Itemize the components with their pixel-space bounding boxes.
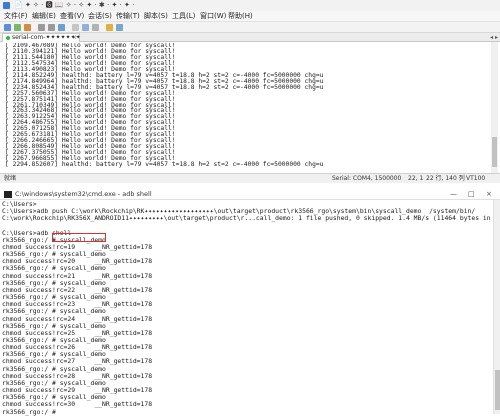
settings-icon[interactable] xyxy=(82,24,89,31)
copy-icon[interactable] xyxy=(38,24,45,31)
serial-output: [ 2109.467089] Hello world! Demo for sys… xyxy=(5,43,485,168)
keymap-icon[interactable] xyxy=(92,24,99,31)
console-log-line: chmod success!rc=30 __NR_gettid=178 xyxy=(2,400,153,409)
connect-icon[interactable] xyxy=(4,24,11,31)
maximize-button[interactable]: □ xyxy=(468,189,475,200)
app-icon xyxy=(3,2,10,9)
reconnect-icon[interactable] xyxy=(14,24,21,31)
print-icon[interactable] xyxy=(72,24,79,31)
cmd-scrollbar-thumb[interactable] xyxy=(495,370,500,410)
highlight-box xyxy=(52,233,106,242)
menu-session[interactable]: 会话(S) xyxy=(88,11,112,22)
tab-serial-session[interactable]: serial-com-✦✦✦✦✦✦✦ × xyxy=(2,33,81,42)
cmd-console[interactable]: C:\Users> C:\Users>adb push C:\work\Rockc… xyxy=(0,200,493,416)
tab-scroll-arrows-icon[interactable]: ◂ ▸ xyxy=(490,33,498,42)
cmd-scrollbar[interactable] xyxy=(493,200,500,414)
menu-script[interactable]: 脚本(S) xyxy=(144,11,168,22)
sftp-icon[interactable] xyxy=(106,24,113,31)
toolbar xyxy=(0,22,500,33)
tab-close-icon[interactable]: × xyxy=(72,34,77,42)
menu-file[interactable]: 文件(F) xyxy=(4,11,28,22)
serial-terminal[interactable]: [ 2109.467089] Hello world! Demo for sys… xyxy=(0,42,500,173)
serial-scrollbar-thumb[interactable] xyxy=(492,137,497,167)
app-title-bar: 📄 ✦ ✧ · 🅶 📖 ✧ · ✧ ✦ · ✱ · ✦ · ✦ · xyxy=(0,0,500,11)
console-log-line: C:\work\Rockchip\RK356X_ANDROID11✦✦✦✦✦✦✦… xyxy=(2,214,492,223)
menu-view[interactable]: 查看(V) xyxy=(60,11,84,22)
tab-label: serial-com-✦✦✦✦✦✦✦ xyxy=(12,34,81,41)
paste-icon[interactable] xyxy=(48,24,55,31)
cmd-title-bar: C:\windows\system32\cmd.exe - adb shell … xyxy=(0,189,500,200)
menu-edit[interactable]: 编辑(E) xyxy=(32,11,56,22)
console-log-line: rk3566_rgo:/ # xyxy=(2,407,56,416)
minimize-button[interactable]: — xyxy=(450,189,457,200)
session-tab-bar: serial-com-✦✦✦✦✦✦✦ × ◂ ▸ xyxy=(0,33,500,42)
disconnect-icon[interactable] xyxy=(24,24,31,31)
menu-tools[interactable]: 工具(L) xyxy=(172,11,195,22)
console-log-line xyxy=(2,222,492,229)
cmd-title: C:\windows\system32\cmd.exe - adb shell xyxy=(15,190,152,198)
menu-help[interactable]: 帮助(H) xyxy=(228,11,253,22)
cmd-icon xyxy=(4,191,12,198)
serial-log-line: [ 2294.852607] healthd: battery l=79 v=4… xyxy=(5,161,324,169)
serial-scrollbar[interactable] xyxy=(491,42,498,173)
close-button[interactable]: × xyxy=(486,189,492,200)
menu-window[interactable]: 窗口(W) xyxy=(200,11,226,22)
serial-status-bar: 就绪 Serial: COM4, 1500000 22, 1 22 行, 140… xyxy=(0,173,500,183)
connected-status-icon xyxy=(6,36,10,40)
app-title: 📄 ✦ ✧ · 🅶 📖 ✧ · ✧ ✦ · ✱ · ✦ · ✦ · xyxy=(14,1,135,9)
help-icon[interactable] xyxy=(116,24,123,31)
menu-bar: 文件(F) 编辑(E) 查看(V) 会话(S) 传输(T) 脚本(S) 工具(L… xyxy=(0,11,500,22)
find-icon[interactable] xyxy=(58,24,65,31)
menu-transfer[interactable]: 传输(T) xyxy=(116,11,140,22)
